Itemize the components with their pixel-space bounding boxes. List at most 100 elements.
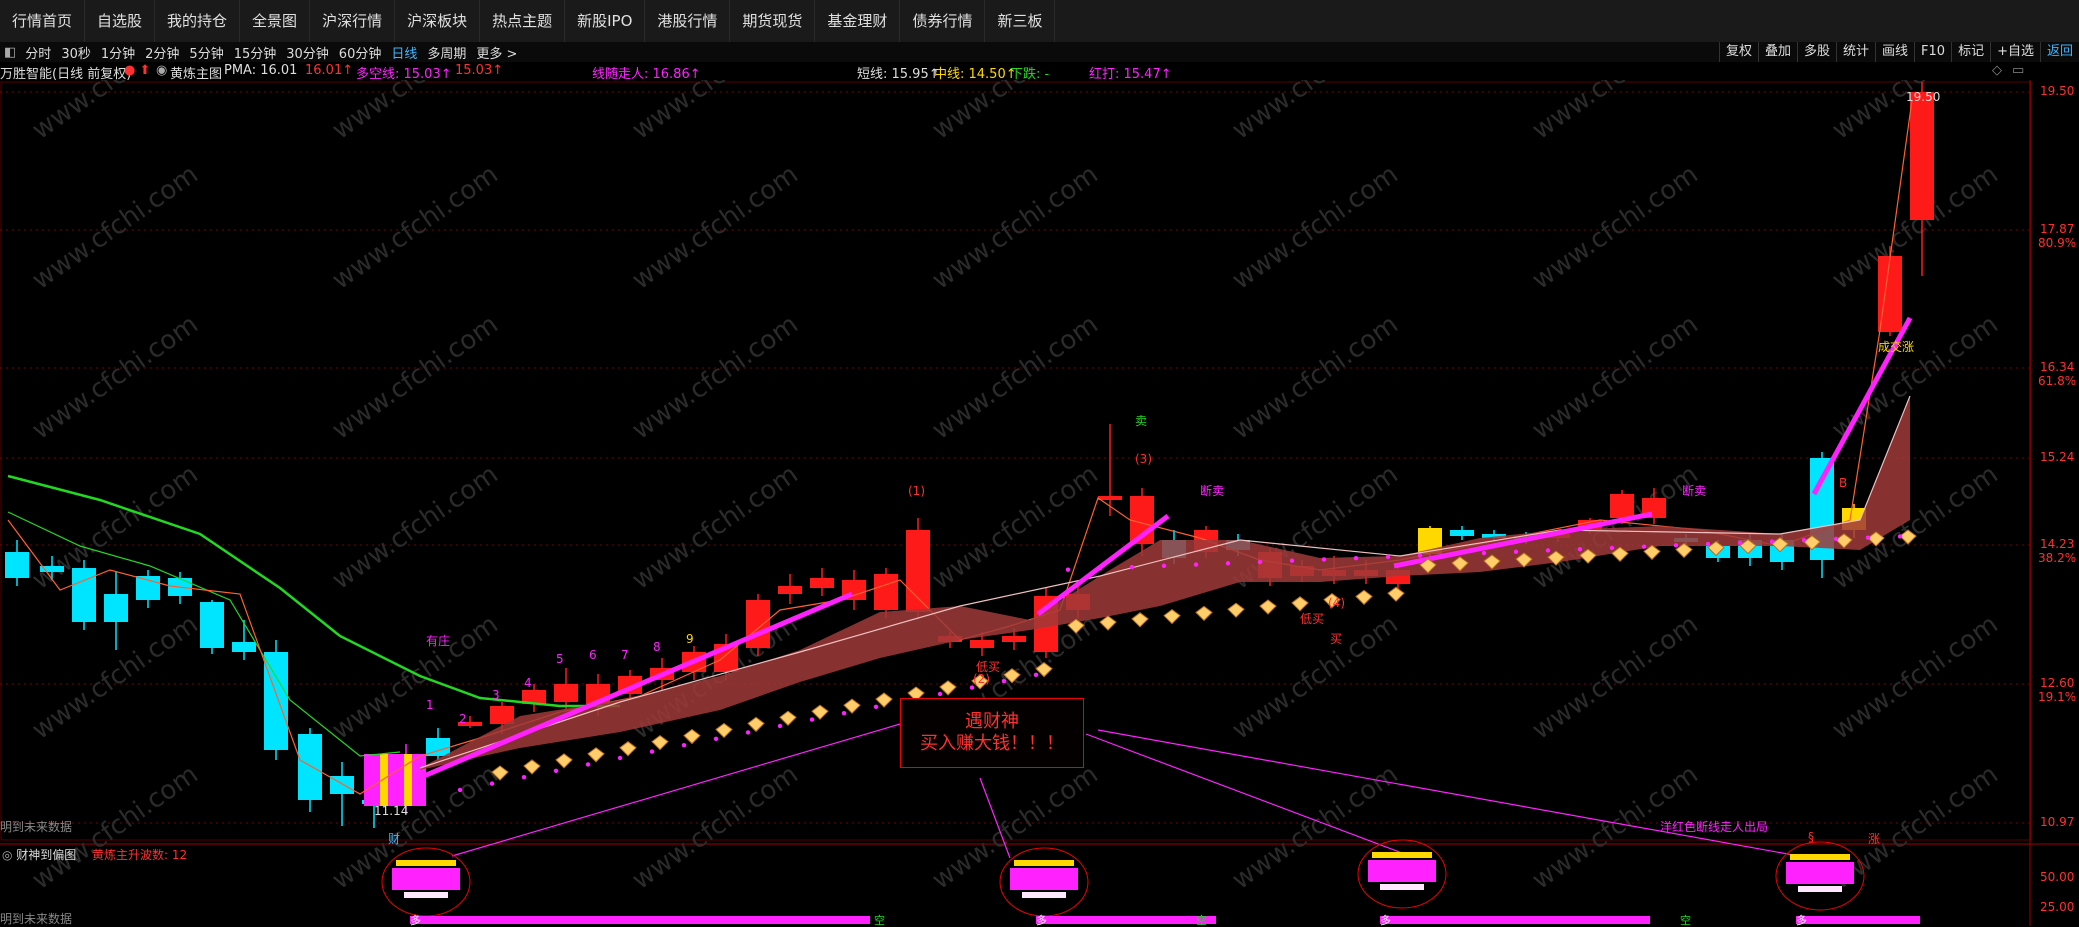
- watermark-4-6: www.cfchi.com: [1827, 609, 2004, 745]
- price-tick-6: 10.97: [2040, 815, 2075, 829]
- watermark-3-2: www.cfchi.com: [627, 459, 804, 595]
- yellow-marker: [811, 704, 829, 720]
- nav-tab-1[interactable]: 自选股: [85, 0, 156, 42]
- signal-tag-6: 多: [1796, 913, 1807, 926]
- price-tick-4: 14.23: [2040, 537, 2075, 551]
- candle-body-9: [298, 734, 322, 800]
- period-4[interactable]: 5分钟: [184, 43, 228, 62]
- annot-b: B: [1839, 476, 1848, 490]
- toggle-icon[interactable]: ◎: [2, 848, 16, 862]
- nav-tab-4[interactable]: 沪深行情: [310, 0, 396, 42]
- period-3[interactable]: 2分钟: [140, 43, 184, 62]
- magenta-dot: [1769, 539, 1775, 544]
- magenta-dot: [841, 711, 847, 716]
- magenta-dot: [1257, 559, 1263, 565]
- yellow-marker: [587, 747, 605, 763]
- candle-body-34: [1098, 496, 1122, 500]
- period-8[interactable]: 日线: [386, 43, 422, 62]
- period-2[interactable]: 1分钟: [96, 43, 140, 62]
- tool-6[interactable]: 标记: [1951, 42, 1990, 62]
- nav-tab-11[interactable]: 债券行情: [900, 0, 986, 42]
- period-0[interactable]: 分时: [20, 43, 56, 62]
- period-1[interactable]: 30秒: [56, 43, 96, 62]
- yellow-marker: [1195, 605, 1213, 622]
- yellow-marker: [523, 759, 541, 775]
- pot-body-1: [1010, 868, 1078, 890]
- low-price-label: 11.14: [374, 804, 409, 818]
- period-9[interactable]: 多周期: [422, 43, 471, 62]
- kline-chart[interactable]: www.cfchi.com www.cfchi.com www.cfchi.com w…: [0, 80, 2079, 926]
- watermark-4-5: www.cfchi.com: [1527, 609, 1704, 745]
- watermark-0-5: www.cfchi.com: [1527, 80, 1704, 146]
- nav-tab-6[interactable]: 热点主题: [480, 0, 566, 42]
- wave-4: 4: [524, 676, 532, 690]
- callout-box: 遇财神 买入赚大钱！！！: [900, 698, 1084, 768]
- magenta-dot: [937, 691, 943, 697]
- duokong-up: 15.03↑: [455, 63, 504, 78]
- nav-tab-10[interactable]: 基金理财: [815, 0, 901, 42]
- magenta-dot: [713, 736, 719, 741]
- nav-tab-5[interactable]: 沪深板块: [395, 0, 481, 42]
- candle-body-17: [554, 684, 578, 702]
- pot-top-0: [396, 860, 456, 866]
- annot-duanmai1: 断卖: [1200, 484, 1225, 498]
- magenta-dot: [1225, 561, 1231, 566]
- period-7[interactable]: 60分钟: [334, 43, 387, 62]
- magenta-dot: [1833, 536, 1839, 542]
- watermark-2-3: www.cfchi.com: [927, 309, 1104, 445]
- annot-c4: (4): [1328, 596, 1345, 610]
- tool-1[interactable]: 叠加: [1757, 42, 1797, 62]
- signal-tag-4: 多: [1380, 913, 1391, 926]
- toggle-icon[interactable]: ◉: [156, 63, 167, 78]
- price-tick-5: 12.60: [2040, 676, 2075, 690]
- yellow-marker: [619, 741, 637, 757]
- nav-tab-3[interactable]: 全景图: [240, 0, 311, 42]
- pma-up: 16.01↑: [305, 63, 354, 78]
- tool-0[interactable]: 复权: [1718, 42, 1758, 62]
- magenta-dot: [1417, 553, 1423, 558]
- nav-tab-0[interactable]: 行情首页: [0, 0, 86, 42]
- period-6[interactable]: 30分钟: [281, 43, 334, 62]
- period-toolbar: ◧ 分时 30秒 1分钟 2分钟 5分钟 15分钟 30分钟 60分钟 日线 多周期 更多 > 复权…: [0, 42, 2079, 62]
- candle-body-1: [40, 566, 64, 572]
- pot-body-3: [1786, 862, 1854, 884]
- wave-2: 2: [459, 712, 467, 726]
- magenta-dot: [1385, 554, 1391, 560]
- watermark-2-0: www.cfchi.com: [27, 309, 204, 445]
- tool-2[interactable]: 多股: [1796, 42, 1836, 62]
- nav-tab-7[interactable]: 新股IPO: [565, 0, 646, 42]
- signal-tag-5: 空: [1680, 913, 1691, 926]
- high-price-label: 19.50: [1906, 90, 1941, 104]
- magenta-dot: [1321, 557, 1327, 562]
- tool-5[interactable]: F10: [1914, 42, 1951, 62]
- nav-tab-9[interactable]: 期货现货: [730, 0, 816, 42]
- period-5[interactable]: 15分钟: [229, 43, 282, 62]
- layout-icon[interactable]: ◧: [0, 45, 20, 60]
- magenta-dot: [809, 717, 815, 722]
- candle-body-28: [906, 530, 930, 612]
- magenta-dot: [1001, 679, 1007, 684]
- magenta-dot: [1353, 555, 1359, 561]
- sub-info: 黄炼主升波数: 12: [92, 848, 188, 862]
- window-icon[interactable]: ▭: [2012, 63, 2024, 78]
- candle-body-50: [1610, 494, 1634, 518]
- annot-c3: (3): [1135, 452, 1152, 466]
- nav-tab-12[interactable]: 新三板: [985, 0, 1056, 42]
- yellow-marker: [939, 680, 957, 696]
- magenta-dot: [777, 723, 783, 729]
- watermark-3-3: www.cfchi.com: [927, 459, 1104, 595]
- tool-8[interactable]: 返回: [2039, 42, 2079, 62]
- period-10[interactable]: 更多 >: [471, 43, 522, 62]
- tool-4[interactable]: 画线: [1875, 42, 1914, 62]
- wave-6: 6: [589, 648, 597, 662]
- tool-3[interactable]: 统计: [1836, 42, 1875, 62]
- tool-7[interactable]: +自选: [1990, 42, 2040, 62]
- magenta-dot: [585, 762, 591, 767]
- yellow-marker: [1099, 615, 1117, 631]
- candle-body-45: [1450, 530, 1474, 536]
- nav-tab-2[interactable]: 我的持仓: [155, 0, 241, 42]
- diamond-icon[interactable]: ◇: [1992, 63, 2002, 78]
- magenta-dot: [1545, 548, 1551, 553]
- nav-tab-8[interactable]: 港股行情: [645, 0, 731, 42]
- yellow-marker: [1387, 586, 1405, 602]
